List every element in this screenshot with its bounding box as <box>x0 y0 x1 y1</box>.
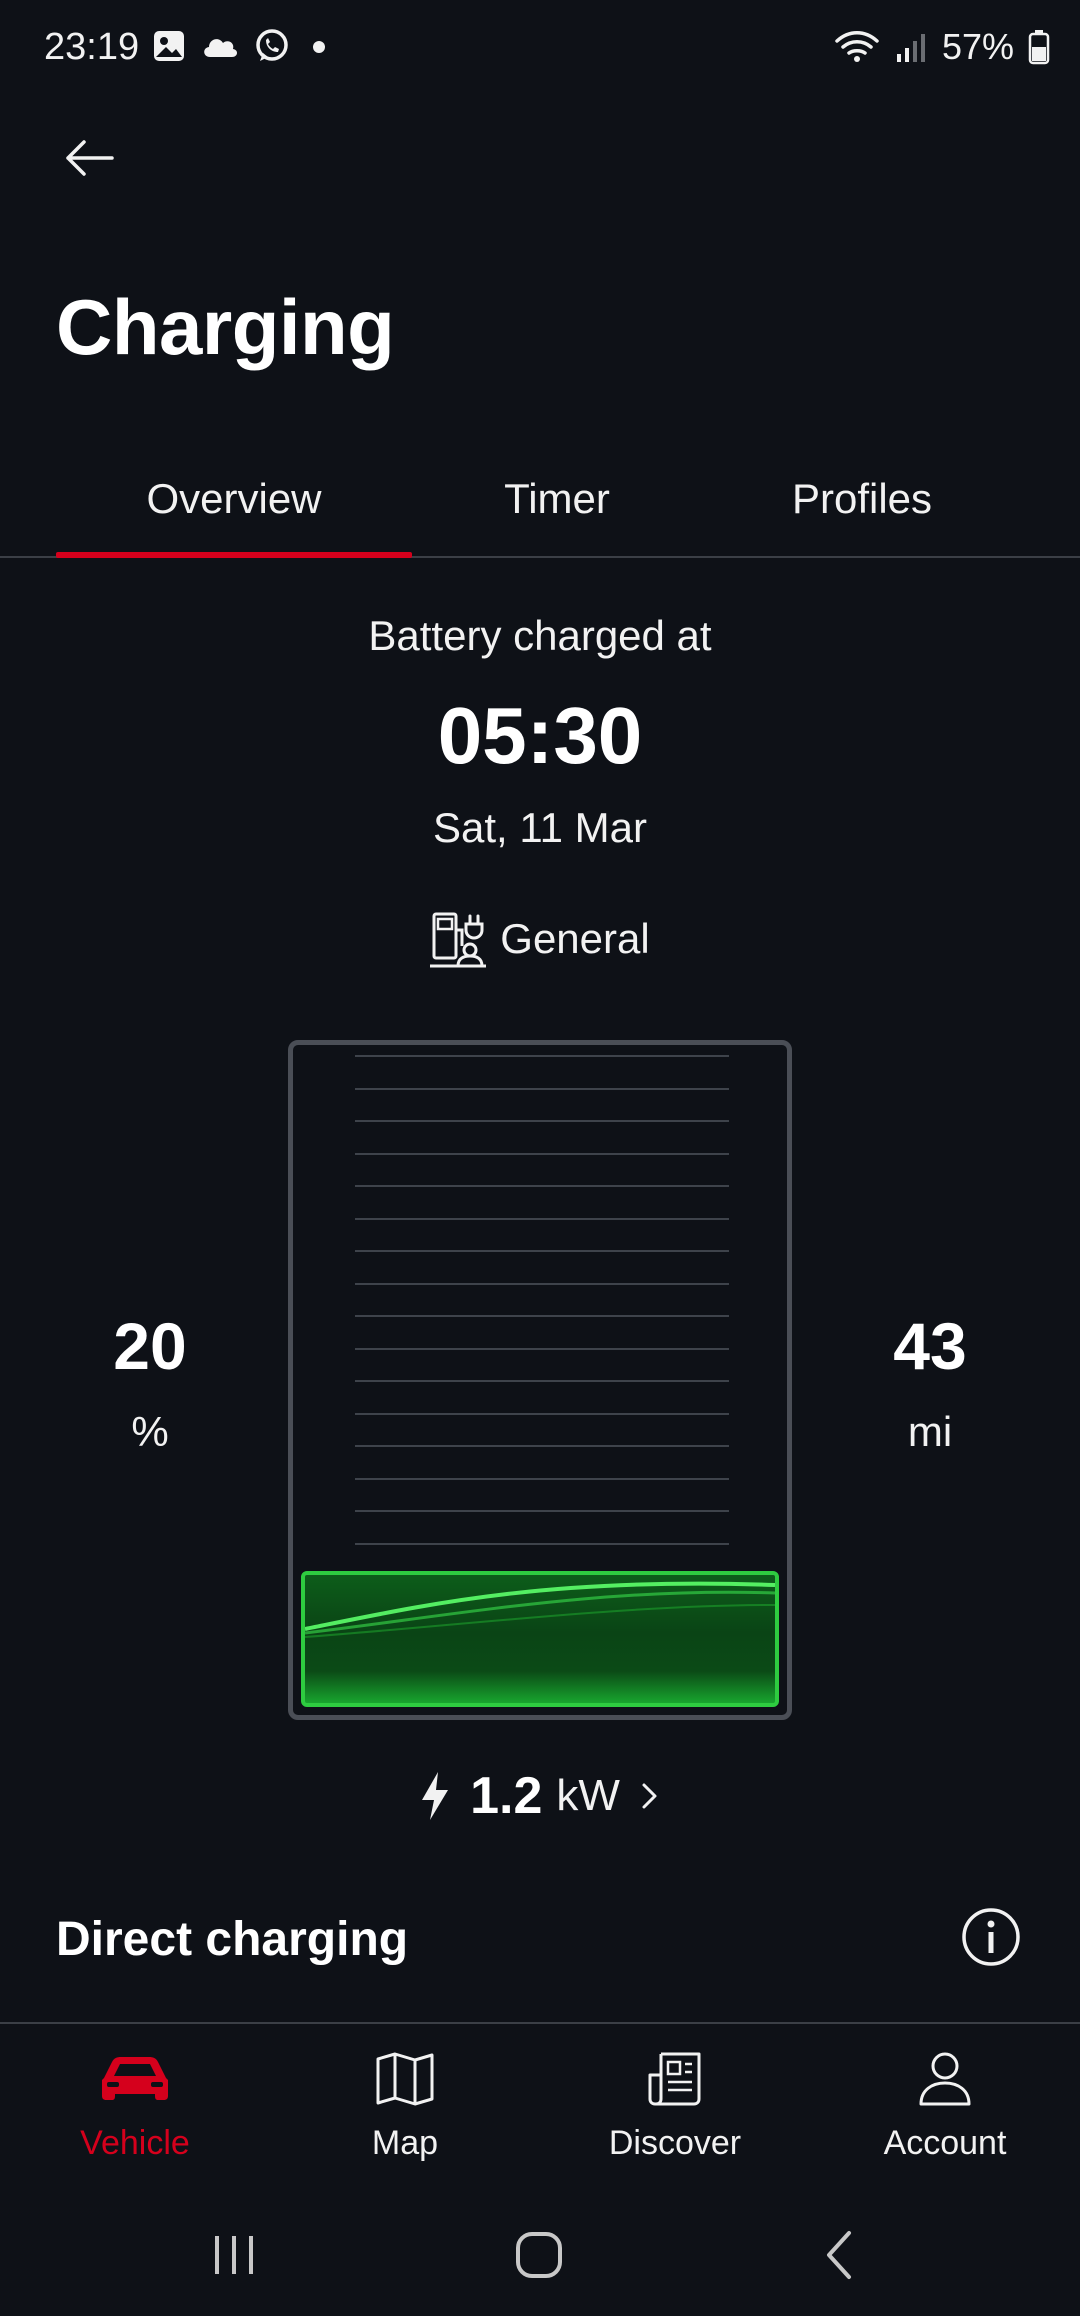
battery-line <box>355 1152 729 1155</box>
system-navigation <box>0 2194 1080 2316</box>
tab-profiles[interactable]: Profiles <box>702 440 1022 558</box>
battery-level-lines <box>355 1055 729 1575</box>
profile-name: General <box>500 915 650 962</box>
charging-profile: General <box>0 910 1080 968</box>
nav-vehicle[interactable]: Vehicle <box>0 2044 270 2184</box>
state-of-charge-value: 20 <box>113 1309 187 1383</box>
notification-icons <box>152 28 334 64</box>
nav-map[interactable]: Map <box>270 2044 540 2184</box>
battery-line <box>355 1282 729 1285</box>
car-icon <box>102 2057 168 2100</box>
info-icon <box>962 1908 1020 1966</box>
recent-apps-icon <box>215 2236 253 2274</box>
battery-line <box>355 1347 729 1350</box>
tab-bar: Overview Timer Profiles <box>0 440 1080 558</box>
battery-line <box>355 1380 729 1382</box>
direct-charging-label: Direct charging <box>56 1913 409 1966</box>
battery-icon <box>1028 30 1050 65</box>
battery-fill <box>301 1571 779 1707</box>
status-time: 23:19 <box>44 26 140 68</box>
arrow-left-icon <box>66 140 114 176</box>
battery-line <box>355 1217 729 1220</box>
charging-screen: 23:19 57% Charging Overview Timer Profil… <box>0 0 1080 2316</box>
newspaper-icon <box>648 2052 701 2106</box>
map-icon <box>376 2052 434 2106</box>
battery-line <box>355 1510 729 1512</box>
nav-discover[interactable]: Discover <box>540 2044 810 2184</box>
charging-power-link[interactable]: 1.2 kW <box>0 1766 1080 1826</box>
battery-line <box>355 1250 729 1252</box>
back-button[interactable] <box>54 122 126 194</box>
gallery-icon <box>154 31 184 61</box>
home-icon <box>516 2232 562 2278</box>
range-value: 43 <box>893 1309 967 1383</box>
battery-gauge <box>288 1040 792 1720</box>
tab-overview[interactable]: Overview <box>56 440 412 558</box>
tab-timer[interactable]: Timer <box>412 440 702 558</box>
active-tab-indicator <box>56 552 412 558</box>
state-of-charge-unit: % <box>131 1408 169 1455</box>
battery-charged-label: Battery charged at <box>368 612 712 659</box>
battery-line <box>355 1315 729 1317</box>
battery-wave <box>305 1581 775 1638</box>
dot-icon <box>313 41 325 53</box>
nav-label-discover: Discover <box>608 2124 742 2162</box>
battery-line <box>355 1445 729 1447</box>
battery-line <box>355 1412 729 1415</box>
system-back-button[interactable] <box>814 2222 864 2288</box>
battery-line <box>355 1120 729 1122</box>
charge-date: Sat, 11 Mar <box>433 804 647 851</box>
range-unit: mi <box>907 1408 953 1455</box>
cloud-icon <box>204 39 238 57</box>
nav-label-account: Account <box>883 2124 1007 2162</box>
status-bar: 23:19 57% <box>0 0 1080 100</box>
battery-line <box>355 1477 729 1480</box>
person-icon <box>919 2052 971 2106</box>
lightning-icon <box>422 1772 449 1820</box>
nav-account[interactable]: Account <box>810 2044 1080 2184</box>
power-value: 1.2 <box>470 1767 543 1825</box>
status-right: 57% <box>834 26 1050 68</box>
info-button[interactable] <box>958 1904 1024 1970</box>
signal-icon <box>896 34 925 62</box>
bottom-navigation: Vehicle Map Discover Account <box>0 2024 1080 2194</box>
charging-station-icon <box>430 912 487 968</box>
charge-time: 05:30 <box>437 691 643 780</box>
system-back-icon <box>827 2231 851 2279</box>
whatsapp-icon <box>256 29 288 61</box>
home-button[interactable] <box>506 2222 572 2288</box>
nav-label-map: Map <box>371 2124 439 2162</box>
page-title: Charging <box>56 283 395 371</box>
battery-line <box>355 1185 729 1187</box>
power-unit: kW <box>556 1771 620 1820</box>
battery-line <box>355 1542 729 1545</box>
battery-percent: 57% <box>941 26 1014 67</box>
wifi-icon <box>835 31 879 62</box>
chevron-right-icon <box>642 1783 657 1809</box>
nav-label-vehicle: Vehicle <box>80 2124 190 2162</box>
battery-line <box>355 1087 729 1090</box>
battery-line <box>355 1055 729 1057</box>
recent-apps-button[interactable] <box>206 2222 262 2288</box>
